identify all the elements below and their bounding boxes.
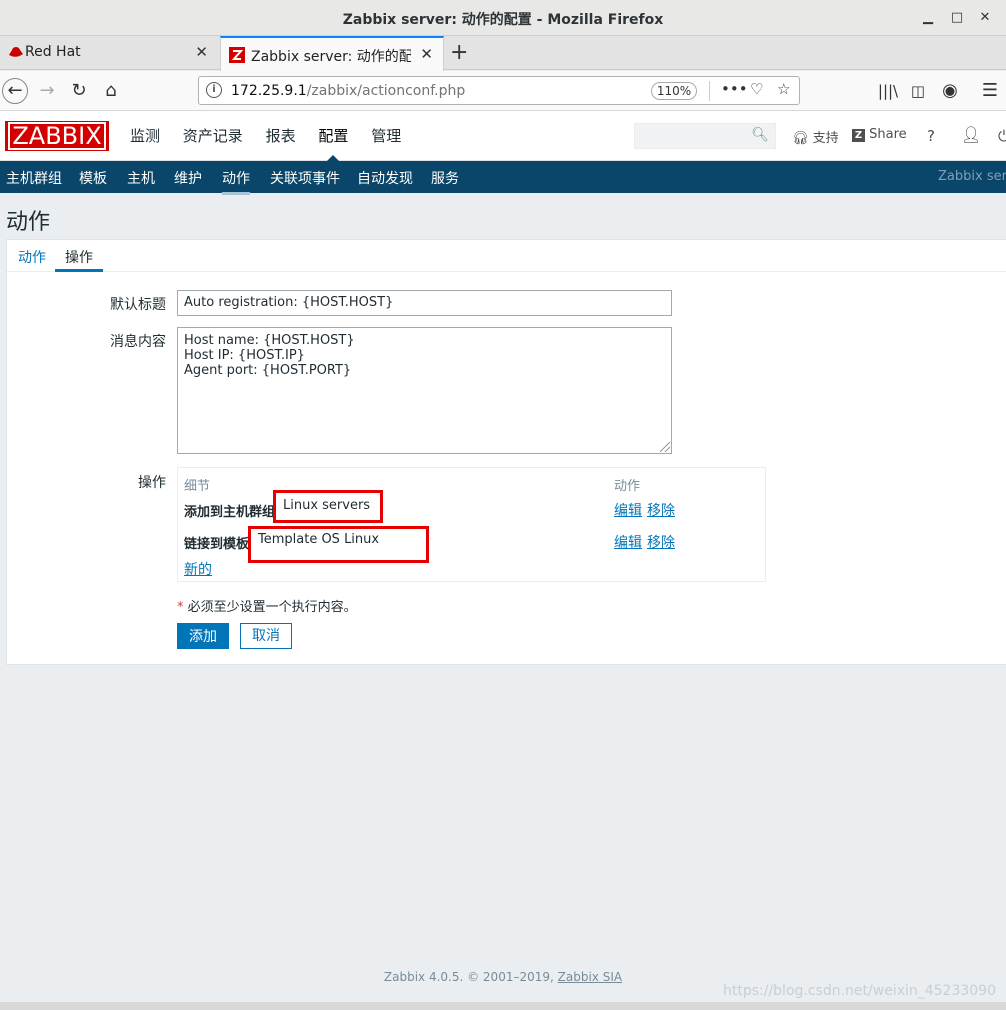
tab-label: Zabbix server: 动作的配置 [251,49,411,65]
home-icon[interactable]: ⌂ [99,79,123,103]
new-tab-icon[interactable]: + [450,40,468,65]
sidebar-icon[interactable]: ◫ [906,79,930,103]
reload-icon[interactable]: ↻ [67,79,91,103]
add-button[interactable]: 添加 [177,623,229,649]
default-subject-input[interactable]: Auto registration: {HOST.HOST} [177,290,672,316]
required-note: * 必须至少设置一个执行内容。 [177,600,357,615]
help-icon[interactable]: ? [927,127,935,145]
server-name: Zabbix server [938,169,1006,184]
browser-tab-redhat[interactable]: Red Hat ✕ [0,36,218,70]
window-title: Zabbix server: 动作的配置 - Mozilla Firefox [342,12,664,28]
op-link-template-value: Template OS Linux [248,526,429,563]
submenu-actions[interactable]: 动作 [222,168,250,195]
page-title: 动作 [6,210,51,235]
library-icon[interactable]: |||\ [876,79,900,103]
remove-link[interactable]: 移除 [647,532,675,552]
tab-action[interactable]: 动作 [18,247,46,267]
pocket-icon[interactable]: ♡ [750,80,763,98]
submenu-host-groups[interactable]: 主机群组 [6,168,62,188]
zoom-indicator[interactable]: 110% [651,82,697,100]
op-add-to-group-label: 添加到主机群组: [184,505,280,520]
edit-link[interactable]: 编辑 [614,500,642,520]
edit-link[interactable]: 编辑 [614,532,642,552]
form-tabs: 动作 操作 [7,240,1006,272]
browser-tab-zabbix[interactable]: Zabbix server: 动作的配置 ✕ [220,36,444,71]
share-z-icon: Z [852,129,865,142]
menu-administration[interactable]: 管理 [371,125,401,146]
message-textarea[interactable]: Host name: {HOST.HOST} Host IP: {HOST.IP… [177,327,672,454]
zabbix-header: ZABBIX 监测 资产记录 报表 配置 管理 🔍︎ 🎧︎ 支持 Z Share… [0,111,1006,162]
menu-configuration[interactable]: 配置 [318,125,348,162]
submenu-templates[interactable]: 模板 [79,168,107,188]
window-titlebar: Zabbix server: 动作的配置 - Mozilla Firefox ▁… [0,0,1006,36]
search-icon[interactable]: 🔍︎ [751,127,769,143]
account-icon[interactable]: ◉ [938,79,962,103]
close-tab-icon[interactable]: ✕ [195,43,208,61]
menu-inventory[interactable]: 资产记录 [183,125,243,146]
sub-menu: 主机群组 模板 主机 维护 动作 关联项事件 自动发现 服务 Zabbix se… [0,161,1006,195]
tab-operations[interactable]: 操作 [55,240,103,272]
page-actions-icon[interactable]: ••• [721,80,748,98]
logout-icon[interactable]: ⏻ [998,127,1006,145]
message-line: Host IP: {HOST.IP} [184,348,305,363]
url-text: 172.25.9.1/zabbix/actionconf.php [231,83,466,99]
url-bar[interactable]: i 172.25.9.1/zabbix/actionconf.php 110% … [198,76,800,105]
menu-monitoring[interactable]: 监测 [130,125,160,146]
browser-tab-strip: Red Hat ✕ Zabbix server: 动作的配置 ✕ [0,36,1006,71]
message-line: Host name: {HOST.HOST} [184,333,355,348]
submenu-services[interactable]: 服务 [431,168,459,188]
menu-icon[interactable]: ☰ [978,79,1002,103]
redhat-icon [9,47,23,57]
zabbix-logo[interactable]: ZABBIX [5,121,109,151]
message-line: Agent port: {HOST.PORT} [184,363,352,378]
details-header: 细节 [184,479,211,494]
operations-table: 细节 动作 添加到主机群组: Linux servers 编辑 移除 链接到模板… [177,467,766,582]
remove-link[interactable]: 移除 [647,500,675,520]
required-asterisk: * [177,600,184,615]
cancel-button[interactable]: 取消 [240,623,292,649]
submenu-hosts[interactable]: 主机 [127,168,155,188]
site-info-icon[interactable]: i [206,82,222,98]
close-tab-icon[interactable]: ✕ [420,45,433,63]
browser-navbar: ← → ↻ ⌂ i 172.25.9.1/zabbix/actionconf.p… [0,71,1006,111]
user-profile-icon[interactable]: 👤︎ [961,125,981,144]
share-link[interactable]: Z Share [852,127,907,142]
default-subject-label: 默认标题 [110,297,166,313]
main-menu: 监测 资产记录 报表 配置 管理 [130,125,419,162]
footer: Zabbix 4.0.5. © 2001–2019, Zabbix SIA [383,970,623,984]
operations-label: 操作 [138,475,166,491]
minimize-button[interactable]: ▁ [918,8,938,28]
watermark: https://blog.csdn.net/weixin_45233090 [722,983,996,999]
resize-grip[interactable] [660,442,670,452]
zabbix-favicon-icon [229,47,245,63]
forward-icon[interactable]: → [35,79,59,103]
submenu-maintenance[interactable]: 维护 [174,168,202,188]
search-input[interactable]: 🔍︎ [634,123,776,149]
maximize-button[interactable]: □ [947,8,967,28]
back-icon[interactable]: ← [2,78,28,104]
tab-label: Red Hat [25,44,81,60]
message-label: 消息内容 [110,334,166,350]
submenu-discovery[interactable]: 自动发现 [357,168,413,188]
url-separator [709,81,710,101]
zabbix-sia-link[interactable]: Zabbix SIA [558,970,622,984]
action-form-panel: 动作 操作 默认标题 Auto registration: {HOST.HOST… [6,239,1006,665]
menu-reports[interactable]: 报表 [266,125,296,146]
bookmark-star-icon[interactable]: ☆ [777,80,790,98]
close-window-button[interactable]: ✕ [975,8,995,28]
support-link[interactable]: 🎧︎ 支持 [792,127,839,146]
submenu-event-correlation[interactable]: 关联项事件 [270,168,340,188]
action-header: 动作 [614,479,641,494]
headset-icon: 🎧︎ [792,131,809,146]
op-add-to-group-value: Linux servers [273,490,383,523]
op-link-template-label: 链接到模板 [184,537,250,552]
new-operation-link[interactable]: 新的 [184,559,212,579]
horizontal-scrollbar[interactable] [0,1002,1006,1010]
